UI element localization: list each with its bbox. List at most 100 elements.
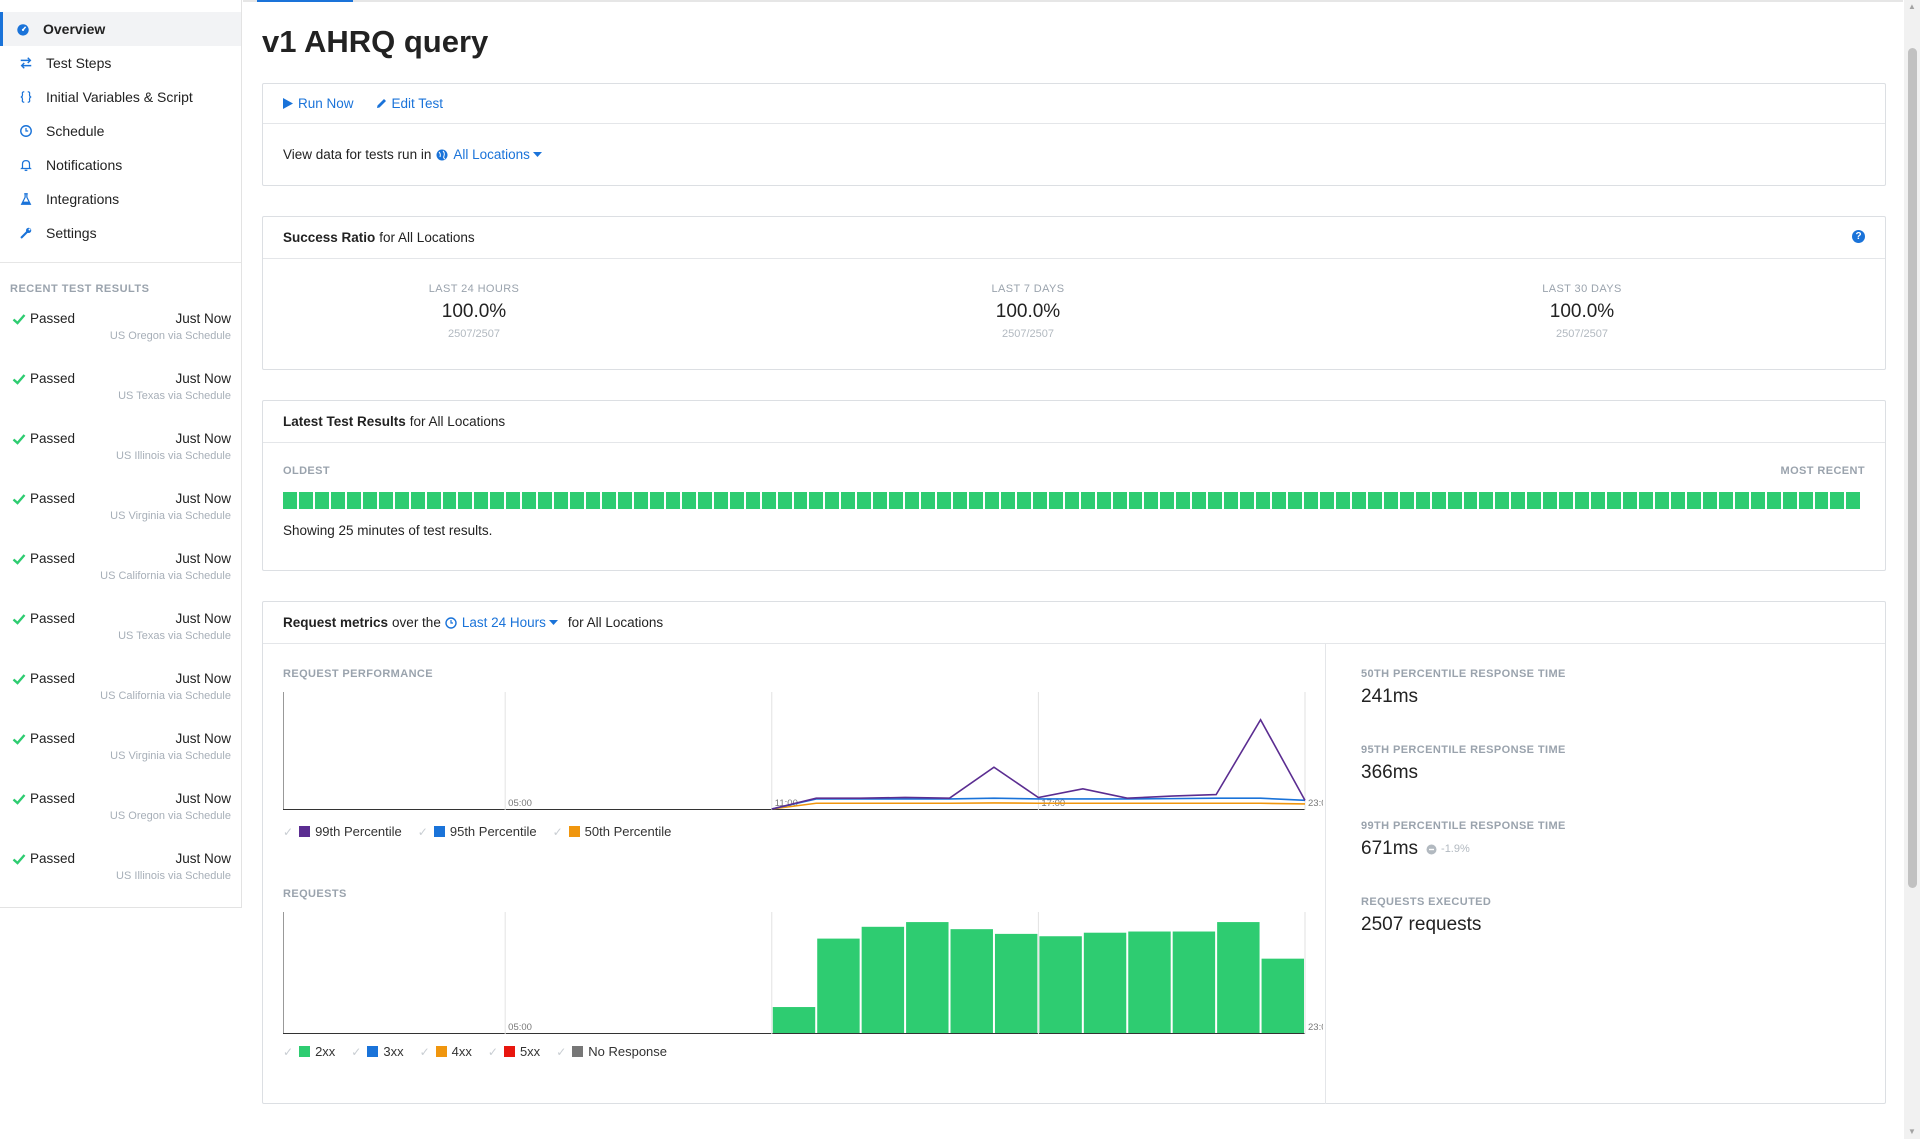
- recent-result-item[interactable]: Passed Just Now US Texas via Schedule: [0, 365, 241, 425]
- result-box[interactable]: [1096, 492, 1111, 509]
- result-box[interactable]: [1495, 492, 1510, 509]
- result-box[interactable]: [586, 492, 601, 509]
- scrollbar[interactable]: ▲ ▼: [1904, 0, 1920, 1139]
- result-box[interactable]: [1463, 492, 1478, 509]
- time-range-dropdown[interactable]: Last 24 Hours: [445, 615, 563, 630]
- result-box[interactable]: [984, 492, 999, 509]
- result-box[interactable]: [1319, 492, 1334, 509]
- result-box[interactable]: [841, 492, 856, 509]
- result-box[interactable]: [1144, 492, 1159, 509]
- result-box[interactable]: [1639, 492, 1653, 509]
- legend-item[interactable]: ✓ 95th Percentile: [418, 824, 537, 839]
- result-box[interactable]: [1511, 492, 1526, 509]
- scrollbar-thumb[interactable]: [1908, 48, 1917, 888]
- result-box[interactable]: [809, 492, 824, 509]
- result-box[interactable]: [1415, 492, 1430, 509]
- result-box[interactable]: [761, 492, 776, 509]
- sidebar-item-initial-variables[interactable]: Initial Variables & Script: [0, 80, 241, 114]
- result-box[interactable]: [777, 492, 792, 509]
- result-box[interactable]: [1160, 492, 1175, 509]
- result-box[interactable]: [1686, 492, 1701, 509]
- result-box[interactable]: [1288, 492, 1302, 509]
- result-box[interactable]: [889, 492, 904, 509]
- result-box[interactable]: [602, 492, 617, 509]
- result-box[interactable]: [298, 492, 313, 509]
- result-box[interactable]: [1670, 492, 1685, 509]
- recent-result-item[interactable]: Passed Just Now US Texas via Schedule: [0, 605, 241, 665]
- result-box[interactable]: [825, 492, 840, 509]
- result-box[interactable]: [554, 492, 569, 509]
- recent-result-item[interactable]: Passed Just Now US California via Schedule: [0, 665, 241, 725]
- result-box[interactable]: [410, 492, 425, 509]
- result-box[interactable]: [1447, 492, 1462, 509]
- recent-result-item[interactable]: Passed Just Now US Illinois via Schedule: [0, 845, 241, 905]
- sidebar-item-settings[interactable]: Settings: [0, 216, 241, 250]
- result-box[interactable]: [681, 492, 696, 509]
- scroll-down-arrow[interactable]: ▼: [1908, 1128, 1916, 1136]
- recent-result-item[interactable]: Passed Just Now US Oregon via Schedule: [0, 785, 241, 845]
- sidebar-item-test-steps[interactable]: Test Steps: [0, 46, 241, 80]
- result-box[interactable]: [1176, 492, 1191, 509]
- result-box[interactable]: [873, 492, 888, 509]
- result-box[interactable]: [1335, 492, 1350, 509]
- result-box[interactable]: [1128, 492, 1143, 509]
- result-box[interactable]: [713, 492, 728, 509]
- result-box[interactable]: [522, 492, 537, 509]
- result-box[interactable]: [793, 492, 808, 509]
- result-box[interactable]: [458, 492, 473, 509]
- result-box[interactable]: [394, 492, 409, 509]
- sidebar-item-overview[interactable]: Overview: [0, 12, 241, 46]
- result-box[interactable]: [697, 492, 712, 509]
- result-box[interactable]: [1224, 492, 1239, 509]
- result-box[interactable]: [506, 492, 521, 509]
- result-box[interactable]: [857, 492, 872, 509]
- result-box[interactable]: [1607, 492, 1622, 509]
- recent-result-item[interactable]: Passed Just Now US California via Schedule: [0, 545, 241, 605]
- result-box[interactable]: [314, 492, 329, 509]
- result-box[interactable]: [1351, 492, 1366, 509]
- result-box[interactable]: [1718, 492, 1733, 509]
- legend-item[interactable]: ✓ 2xx: [283, 1044, 335, 1059]
- result-box[interactable]: [1399, 492, 1414, 509]
- result-box[interactable]: [283, 492, 297, 509]
- sidebar-item-integrations[interactable]: Integrations: [0, 182, 241, 216]
- result-box[interactable]: [1846, 492, 1861, 509]
- sidebar-item-notifications[interactable]: Notifications: [0, 148, 241, 182]
- result-box[interactable]: [362, 492, 377, 509]
- result-box[interactable]: [729, 492, 744, 509]
- result-box[interactable]: [1048, 492, 1063, 509]
- result-box[interactable]: [1080, 492, 1095, 509]
- result-box[interactable]: [1304, 492, 1318, 509]
- result-box[interactable]: [426, 492, 441, 509]
- result-box[interactable]: [1527, 492, 1542, 509]
- result-box[interactable]: [665, 492, 680, 509]
- legend-item[interactable]: ✓ 3xx: [351, 1044, 403, 1059]
- result-box[interactable]: [633, 492, 648, 509]
- sidebar-item-schedule[interactable]: Schedule: [0, 114, 241, 148]
- result-box[interactable]: [490, 492, 505, 509]
- legend-item[interactable]: ✓ 4xx: [420, 1044, 472, 1059]
- result-box[interactable]: [618, 492, 632, 509]
- result-box[interactable]: [1782, 492, 1797, 509]
- result-box[interactable]: [1240, 492, 1255, 509]
- result-box[interactable]: [1016, 492, 1031, 509]
- result-box[interactable]: [1766, 492, 1781, 509]
- result-box[interactable]: [905, 492, 920, 509]
- result-box[interactable]: [1064, 492, 1079, 509]
- legend-item[interactable]: ✓ No Response: [556, 1044, 667, 1059]
- result-box[interactable]: [1112, 492, 1127, 509]
- result-box[interactable]: [1559, 492, 1574, 509]
- edit-test-button[interactable]: Edit Test: [376, 96, 443, 111]
- result-box[interactable]: [921, 492, 936, 509]
- location-dropdown[interactable]: All Locations: [436, 147, 547, 162]
- result-box[interactable]: [1192, 492, 1207, 509]
- result-box[interactable]: [1591, 492, 1606, 509]
- result-box[interactable]: [1750, 492, 1765, 509]
- result-box[interactable]: [1575, 492, 1590, 509]
- result-box[interactable]: [570, 492, 585, 509]
- result-box[interactable]: [538, 492, 553, 509]
- result-box[interactable]: [330, 492, 345, 509]
- result-box[interactable]: [1814, 492, 1829, 509]
- legend-item[interactable]: ✓ 50th Percentile: [553, 824, 672, 839]
- legend-item[interactable]: ✓ 5xx: [488, 1044, 540, 1059]
